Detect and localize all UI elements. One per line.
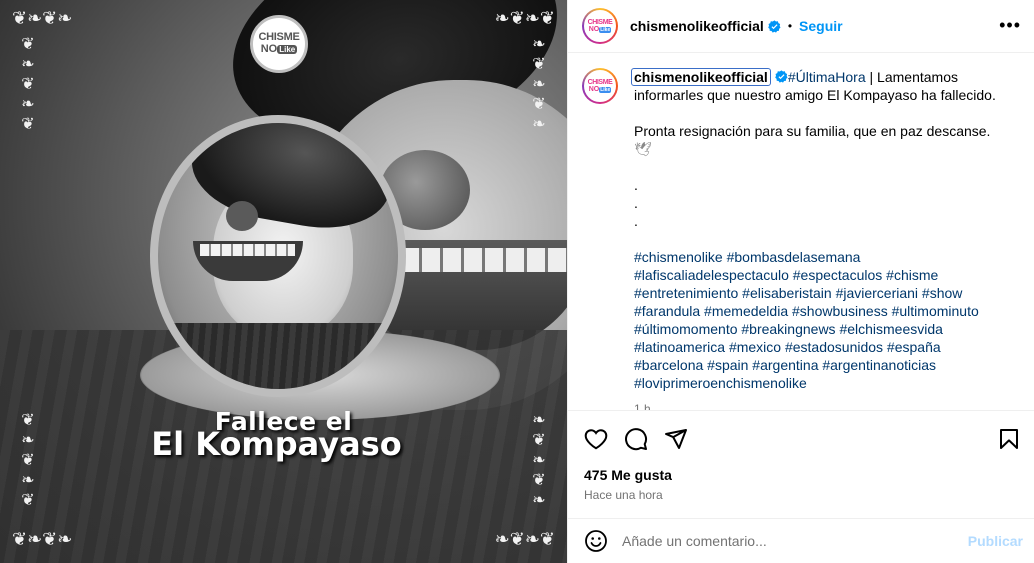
likes-count[interactable]: 475 Me gusta: [584, 467, 672, 483]
post-image[interactable]: ❦❧❦❧ ❦ ❧ ❦ ❧ ❦ ❧❦❧❦ ❧ ❦ ❧ ❦ ❧ ❦ ❧ ❦ ❧ ❦ ❦❧❦❧ ❧ ❦ ❧ ❦ ❧ ❧…: [0, 0, 567, 563]
caption-avatar-badge: Like: [599, 86, 612, 93]
hashtag-line[interactable]: #barcelona #spain #argentina #argentinan…: [634, 356, 1014, 374]
caption-avatar-line1: CHISME: [587, 78, 613, 86]
caption-dot: .: [634, 177, 638, 193]
portrait-hat: [184, 123, 398, 240]
comment-icon[interactable]: [624, 427, 648, 451]
header-username[interactable]: chismenolikeofficial: [630, 18, 764, 34]
background-clown-teeth: [380, 248, 567, 272]
publish-button[interactable]: Publicar: [968, 533, 1023, 549]
portrait-nose: [226, 201, 258, 231]
floral-ornament-top-left-icon: ❦❧❦❧: [12, 8, 73, 29]
brand-logo-badge: Like: [277, 45, 298, 54]
hashtag-line[interactable]: #latinoamerica #mexico #estadosunidos #e…: [634, 338, 1014, 356]
follow-button[interactable]: Seguir: [799, 18, 843, 34]
heart-icon[interactable]: [584, 427, 608, 451]
caption-verified-badge-icon: [775, 70, 788, 83]
caption-avatar-inner: CHISME NOLike: [584, 70, 616, 102]
post-header: CHISME NOLike chismenolikeofficial • Seg…: [568, 0, 1034, 53]
portrait-suit: [158, 323, 398, 389]
clown-portrait: [158, 123, 398, 389]
avatar-no: NO: [588, 25, 600, 33]
header-separator: •: [787, 19, 793, 33]
post-sidebar: CHISME NOLike chismenolikeofficial • Seg…: [567, 0, 1034, 563]
hashtag-line[interactable]: #loviprimeroenchismenolike: [634, 374, 1014, 392]
floral-ornament-bottom-right-icon: ❧❦❧❦: [494, 529, 555, 550]
floral-ornament-left-vertical-icon: ❦ ❧ ❦ ❧ ❦: [21, 34, 35, 133]
comments-area[interactable]: CHISME NOLike chismenolikeofficial #Últim…: [568, 54, 1034, 410]
headline-line2: El Kompayaso: [151, 425, 402, 463]
caption-dot: .: [634, 195, 638, 211]
caption-first-paragraph: chismenolikeofficial #ÚltimaHora | Lament…: [631, 68, 1014, 104]
caption-dot: .: [634, 213, 638, 229]
verified-badge-icon: [768, 19, 781, 33]
floral-ornament-bottom-left-icon: ❦❧❦❧: [12, 529, 73, 550]
brand-logo-line1: CHISME: [258, 31, 300, 43]
hashtag-line[interactable]: #chismenolike #bombasdelasemana: [634, 248, 1014, 266]
avatar-inner: CHISME NOLike: [584, 10, 616, 42]
floral-ornament-right-vertical-icon: ❧ ❦ ❧ ❦ ❧: [532, 34, 546, 133]
avatar-line1: CHISME: [587, 18, 613, 26]
hashtag-line[interactable]: #farandula #memedeldia #showbusiness #ul…: [634, 302, 1014, 320]
avatar[interactable]: CHISME NOLike: [582, 8, 618, 44]
hashtag-line[interactable]: #entretenimiento #elisaberistain #javier…: [634, 284, 1014, 302]
emoji-icon[interactable]: [584, 529, 608, 553]
caption: CHISME NOLike chismenolikeofficial #Últim…: [582, 68, 1014, 410]
brand-logo-no: NO: [260, 43, 278, 55]
avatar-badge: Like: [599, 26, 612, 33]
caption-body: chismenolikeofficial #ÚltimaHora | Lament…: [631, 68, 1014, 410]
caption-avatar-no: NO: [588, 85, 600, 93]
caption-text-2: Pronta resignación para su familia, que …: [634, 123, 991, 139]
dove-emoji: 🕊: [634, 141, 652, 157]
avatar-line2: NOLike: [589, 26, 612, 34]
comment-input[interactable]: [622, 533, 952, 549]
more-options-icon[interactable]: •••: [999, 16, 1021, 34]
caption-avatar[interactable]: CHISME NOLike: [582, 68, 618, 104]
hashtag-line[interactable]: #últimomomento #breakingnews #elchismees…: [634, 320, 1014, 338]
caption-hashtag-lead[interactable]: #ÚltimaHora: [788, 69, 866, 85]
share-icon[interactable]: [664, 427, 688, 451]
portrait-teeth: [200, 244, 295, 256]
caption-timestamp: 1 h: [634, 402, 651, 410]
bookmark-icon[interactable]: [997, 427, 1021, 451]
caption-username[interactable]: chismenolikeofficial: [631, 68, 771, 86]
brand-logo: CHISME NO Like: [250, 15, 308, 73]
comment-box: Publicar: [568, 518, 1034, 563]
brand-logo-line2: NO Like: [261, 43, 298, 56]
post-time: Hace una hora: [584, 488, 663, 502]
caption-avatar-line2: NOLike: [589, 86, 612, 94]
floral-ornament-top-right-icon: ❧❦❧❦: [494, 8, 555, 29]
hashtag-line[interactable]: #lafiscaliadelespectaculo #espectaculos …: [634, 266, 1014, 284]
